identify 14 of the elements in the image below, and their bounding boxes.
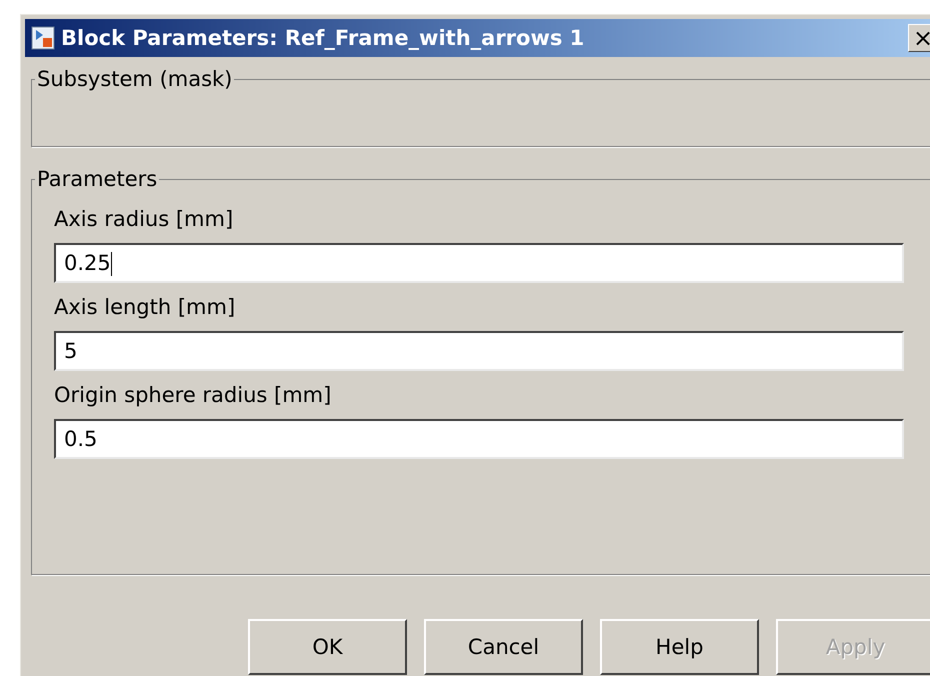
field-label: Origin sphere radius [mm] (54, 383, 332, 407)
dialog-button[interactable]: Help (600, 619, 759, 675)
input-field[interactable]: 0.5 (54, 419, 904, 459)
field-label: Axis length [mm] (54, 295, 236, 319)
input-field[interactable]: 0.25 (54, 243, 904, 283)
block-icon (31, 26, 55, 50)
dialog-button[interactable]: Cancel (424, 619, 583, 675)
dialog-button[interactable]: OK (248, 619, 407, 675)
group-title: Parameters (36, 167, 158, 191)
group-title: Subsystem (mask) (36, 67, 234, 91)
close-button[interactable]: × (908, 24, 930, 52)
field-label: Axis radius [mm] (54, 207, 234, 231)
input-field[interactable]: 5 (54, 331, 904, 371)
window-title: Block Parameters: Ref_Frame_with_arrows 1 (61, 26, 584, 50)
